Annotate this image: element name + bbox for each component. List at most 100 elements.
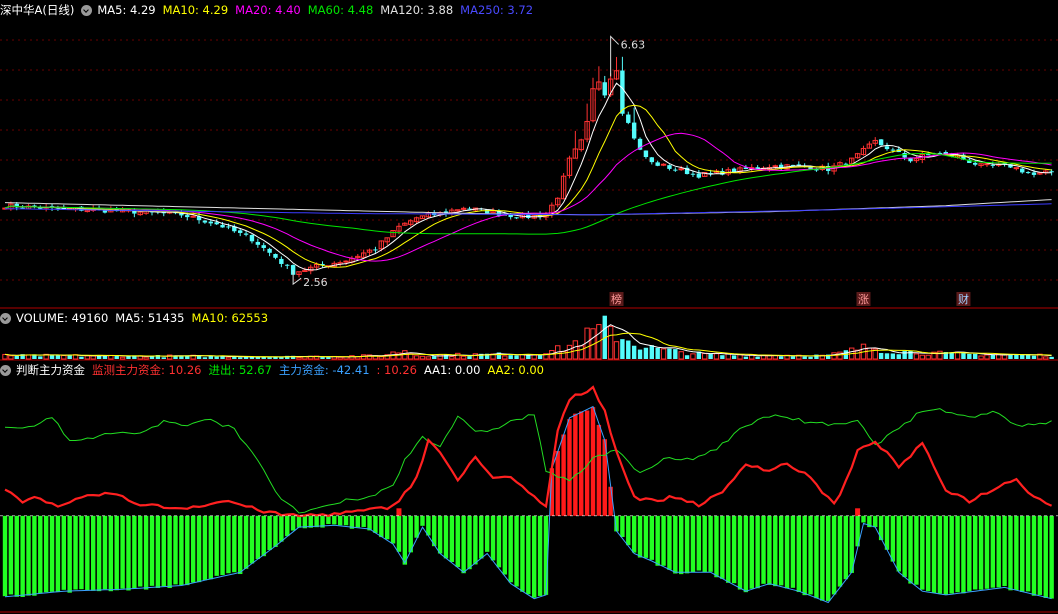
- indicator-aa1: AA1: 0.00: [423, 363, 481, 377]
- volume-bar-down: [126, 356, 131, 359]
- candle-up: [772, 165, 778, 168]
- volume-bar-up: [913, 353, 920, 360]
- fund-bar-negative: [925, 515, 931, 592]
- volume-bar-up: [378, 356, 385, 360]
- fund-bar-negative: [214, 515, 219, 576]
- volume-bar-down: [443, 354, 449, 359]
- fund-bar-negative: [908, 515, 913, 584]
- volume-bar-up: [2, 353, 8, 360]
- fund-bar-negative: [831, 515, 837, 595]
- price-options-icon[interactable]: [81, 4, 93, 16]
- stock-name[interactable]: 深中华A(日线): [0, 2, 74, 18]
- fund-bar-negative: [279, 515, 284, 542]
- fund-bar-positive: [573, 413, 578, 516]
- volume-bar-down: [514, 355, 519, 359]
- fund-bar-negative: [773, 515, 778, 587]
- candle-up: [984, 163, 990, 166]
- fund-bar-negative: [537, 515, 543, 596]
- fund-bar-negative: [784, 515, 790, 589]
- price-ma250: MA250: 3.72: [460, 3, 534, 17]
- volume-bar-up: [737, 354, 743, 360]
- fund-bar-negative: [520, 515, 525, 592]
- fund-bar-negative: [226, 515, 231, 574]
- fund-bar-negative: [26, 515, 31, 596]
- volume-bar-up: [419, 355, 426, 360]
- fund-bar-negative: [114, 515, 119, 591]
- fund-bar-negative: [737, 515, 743, 590]
- candle-down: [890, 149, 896, 151]
- volume-bar-down: [708, 353, 713, 359]
- fund-bar-negative: [367, 515, 372, 531]
- volume-bar-down: [643, 347, 649, 359]
- fund-bar-negative: [149, 515, 155, 586]
- fund-bar-negative: [155, 515, 161, 588]
- fund-bar-negative: [43, 515, 49, 593]
- candle-down: [631, 122, 637, 139]
- candle-up: [1013, 167, 1020, 170]
- volume-bar-up: [660, 348, 667, 360]
- candle-down: [484, 209, 490, 214]
- volume-bar-down: [667, 348, 672, 359]
- volume-options-icon[interactable]: [0, 312, 11, 324]
- volume-bar-down: [79, 356, 84, 359]
- volume-bar-up: [613, 341, 620, 360]
- volume-bar-up: [449, 356, 455, 360]
- fund-spike: [396, 508, 402, 516]
- volume-value: VOLUME: 49160: [16, 311, 109, 325]
- candle-down: [285, 264, 290, 266]
- price-ma60: MA60: 4.48: [307, 3, 374, 17]
- candle-down: [249, 235, 255, 242]
- fund-bar-negative: [496, 515, 502, 568]
- candle-down: [238, 230, 243, 233]
- fund-bar-negative: [273, 515, 278, 547]
- candle-down: [208, 221, 213, 224]
- volume-bar-down: [320, 357, 325, 359]
- candle-down: [878, 139, 884, 146]
- fund-bar-negative: [461, 515, 466, 574]
- ma60-line: [4, 152, 1052, 235]
- candle-down: [261, 245, 266, 248]
- fund-bar-negative: [426, 515, 431, 536]
- fund-bar-negative: [1049, 515, 1054, 599]
- candle-down: [626, 114, 631, 123]
- volume-bar-up: [296, 356, 302, 360]
- fund-bar-positive: [596, 424, 602, 516]
- volume-ma5: MA5: 51435: [115, 311, 185, 325]
- fund-bar-negative: [38, 515, 43, 594]
- fund-bar-positive: [567, 419, 572, 516]
- fund-bar-negative: [390, 515, 396, 544]
- volume-bar-up: [472, 353, 479, 360]
- fund-bar-negative: [937, 515, 943, 594]
- fund-bar-negative: [361, 515, 366, 527]
- candle-down: [255, 241, 261, 245]
- candle-down: [902, 152, 907, 158]
- volume-bar-down: [631, 345, 637, 359]
- fund-bar-negative: [532, 515, 537, 598]
- fund-bar-negative: [502, 515, 507, 575]
- fund-bar-negative: [126, 515, 131, 591]
- volume-bar-down: [743, 356, 749, 359]
- candle-down: [243, 233, 249, 235]
- volume-ma5-line: [4, 324, 1052, 358]
- price-ma5: MA5: 4.29: [97, 3, 156, 17]
- indicator-options-icon[interactable]: [0, 364, 11, 376]
- volume-bar-down: [537, 355, 543, 359]
- price-ma20: MA20: 4.40: [235, 3, 301, 17]
- fund-bar-negative: [1025, 515, 1031, 592]
- volume-bar-down: [890, 353, 896, 359]
- volume-bar-up: [937, 350, 943, 360]
- fund-bar-negative: [920, 515, 925, 590]
- volume-bar-down: [808, 356, 813, 359]
- fund-bar-negative: [14, 515, 19, 597]
- fund-bar-negative: [637, 515, 643, 558]
- fund-bar-negative: [167, 515, 172, 589]
- volume-bar-down: [802, 356, 807, 359]
- volume-bar-down: [637, 349, 643, 359]
- volume-bar-down: [755, 356, 760, 359]
- fund-bar-negative: [61, 515, 66, 590]
- candle-down: [185, 215, 190, 218]
- fund-bar-negative: [631, 515, 637, 553]
- fund-bar-negative: [708, 515, 713, 572]
- fund-bar-negative: [978, 515, 984, 590]
- indicator-extra: : 10.26: [376, 363, 417, 377]
